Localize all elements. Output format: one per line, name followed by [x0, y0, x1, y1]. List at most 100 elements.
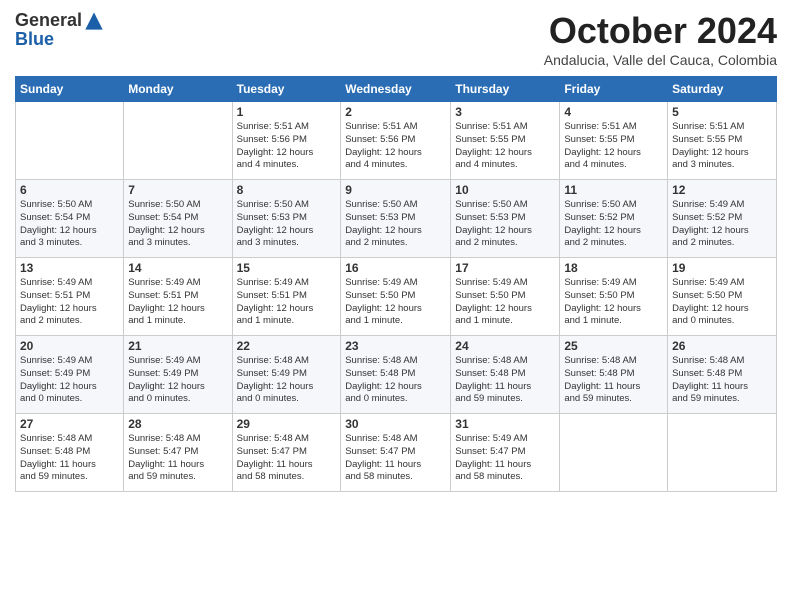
- day-cell: [668, 414, 777, 492]
- day-info: Sunrise: 5:49 AM Sunset: 5:50 PM Dayligh…: [345, 277, 446, 328]
- day-cell: 2 Sunrise: 5:51 AM Sunset: 5:56 PM Daylig…: [341, 102, 451, 180]
- day-number: 20: [20, 339, 119, 353]
- day-number: 19: [672, 261, 772, 275]
- logo-blue: Blue: [15, 29, 54, 49]
- day-cell: [16, 102, 124, 180]
- day-cell: 28Sunrise: 5:48 AM Sunset: 5:47 PM Dayli…: [124, 414, 232, 492]
- day-cell: 3Sunrise: 5:51 AM Sunset: 5:55 PM Daylig…: [451, 102, 560, 180]
- day-cell: 16 Sunrise: 5:49 AM Sunset: 5:50 PM Dayli…: [341, 258, 451, 336]
- day-info: Sunrise: 5:49 AM Sunset: 5:51 PM Dayligh…: [237, 277, 337, 328]
- day-cell: 17 Sunrise: 5:49 AM Sunset: 5:50 PM Dayli…: [451, 258, 560, 336]
- day-info: Sunrise: 5:50 AM Sunset: 5:53 PM Dayligh…: [345, 199, 446, 250]
- day-cell: 26 Sunrise: 5:48 AM Sunset: 5:48 PM Dayli…: [668, 336, 777, 414]
- day-number: 10: [455, 183, 555, 197]
- day-cell: 11Sunrise: 5:50 AM Sunset: 5:52 PM Dayli…: [560, 180, 668, 258]
- day-number: 16: [345, 261, 446, 275]
- day-number: 3: [455, 105, 555, 119]
- day-info: Sunrise: 5:51 AM Sunset: 5:56 PM Dayligh…: [237, 121, 337, 172]
- day-info: Sunrise: 5:51 AM Sunset: 5:55 PM Dayligh…: [564, 121, 663, 172]
- header-cell-monday: Monday: [124, 77, 232, 102]
- title-area: October 2024 Andalucia, Valle del Cauca,…: [544, 10, 777, 68]
- day-info: Sunrise: 5:50 AM Sunset: 5:53 PM Dayligh…: [455, 199, 555, 250]
- day-info: Sunrise: 5:49 AM Sunset: 5:47 PM Dayligh…: [455, 433, 555, 484]
- day-cell: 8Sunrise: 5:50 AM Sunset: 5:53 PM Daylig…: [232, 180, 341, 258]
- day-info: Sunrise: 5:50 AM Sunset: 5:52 PM Dayligh…: [564, 199, 663, 250]
- calendar-table: SundayMondayTuesdayWednesdayThursdayFrid…: [15, 76, 777, 492]
- day-cell: 24 Sunrise: 5:48 AM Sunset: 5:48 PM Dayli…: [451, 336, 560, 414]
- week-row-4: 27 Sunrise: 5:48 AM Sunset: 5:48 PM Dayli…: [16, 414, 777, 492]
- day-cell: [560, 414, 668, 492]
- header-cell-thursday: Thursday: [451, 77, 560, 102]
- day-info: Sunrise: 5:48 AM Sunset: 5:47 PM Dayligh…: [237, 433, 337, 484]
- day-number: 23: [345, 339, 446, 353]
- day-info: Sunrise: 5:50 AM Sunset: 5:54 PM Dayligh…: [20, 199, 119, 250]
- header-cell-tuesday: Tuesday: [232, 77, 341, 102]
- day-cell: 15 Sunrise: 5:49 AM Sunset: 5:51 PM Dayli…: [232, 258, 341, 336]
- day-cell: 25 Sunrise: 5:48 AM Sunset: 5:48 PM Dayli…: [560, 336, 668, 414]
- day-number: 1: [237, 105, 337, 119]
- day-info: Sunrise: 5:49 AM Sunset: 5:52 PM Dayligh…: [672, 199, 772, 250]
- logo-text: General: [15, 10, 104, 31]
- day-number: 4: [564, 105, 663, 119]
- header: General Blue October 2024 Andalucia, Val…: [15, 10, 777, 68]
- day-info: Sunrise: 5:51 AM Sunset: 5:56 PM Dayligh…: [345, 121, 446, 172]
- day-info: Sunrise: 5:49 AM Sunset: 5:50 PM Dayligh…: [455, 277, 555, 328]
- day-cell: 1 Sunrise: 5:51 AM Sunset: 5:56 PM Daylig…: [232, 102, 341, 180]
- day-number: 17: [455, 261, 555, 275]
- day-cell: 23 Sunrise: 5:48 AM Sunset: 5:48 PM Dayli…: [341, 336, 451, 414]
- day-number: 6: [20, 183, 119, 197]
- day-info: Sunrise: 5:48 AM Sunset: 5:48 PM Dayligh…: [455, 355, 555, 406]
- day-cell: 4 Sunrise: 5:51 AM Sunset: 5:55 PM Daylig…: [560, 102, 668, 180]
- day-info: Sunrise: 5:48 AM Sunset: 5:48 PM Dayligh…: [672, 355, 772, 406]
- day-cell: 10 Sunrise: 5:50 AM Sunset: 5:53 PM Dayli…: [451, 180, 560, 258]
- day-cell: 9 Sunrise: 5:50 AM Sunset: 5:53 PM Daylig…: [341, 180, 451, 258]
- day-cell: 5 Sunrise: 5:51 AM Sunset: 5:55 PM Daylig…: [668, 102, 777, 180]
- day-number: 26: [672, 339, 772, 353]
- logo-icon: [84, 11, 104, 31]
- header-cell-wednesday: Wednesday: [341, 77, 451, 102]
- day-number: 24: [455, 339, 555, 353]
- day-info: Sunrise: 5:50 AM Sunset: 5:53 PM Dayligh…: [237, 199, 337, 250]
- day-cell: 29Sunrise: 5:48 AM Sunset: 5:47 PM Dayli…: [232, 414, 341, 492]
- day-number: 25: [564, 339, 663, 353]
- day-info: Sunrise: 5:49 AM Sunset: 5:50 PM Dayligh…: [564, 277, 663, 328]
- day-info: Sunrise: 5:51 AM Sunset: 5:55 PM Dayligh…: [672, 121, 772, 172]
- day-cell: 7 Sunrise: 5:50 AM Sunset: 5:54 PM Daylig…: [124, 180, 232, 258]
- logo: General Blue: [15, 10, 104, 50]
- day-cell: [124, 102, 232, 180]
- day-number: 18: [564, 261, 663, 275]
- week-row-3: 20 Sunrise: 5:49 AM Sunset: 5:49 PM Dayli…: [16, 336, 777, 414]
- day-number: 9: [345, 183, 446, 197]
- day-info: Sunrise: 5:48 AM Sunset: 5:49 PM Dayligh…: [237, 355, 337, 406]
- day-number: 28: [128, 417, 227, 431]
- week-row-0: 1 Sunrise: 5:51 AM Sunset: 5:56 PM Daylig…: [16, 102, 777, 180]
- day-info: Sunrise: 5:48 AM Sunset: 5:48 PM Dayligh…: [20, 433, 119, 484]
- week-row-1: 6 Sunrise: 5:50 AM Sunset: 5:54 PM Daylig…: [16, 180, 777, 258]
- day-number: 13: [20, 261, 119, 275]
- day-cell: 30Sunrise: 5:48 AM Sunset: 5:47 PM Dayli…: [341, 414, 451, 492]
- page-container: General Blue October 2024 Andalucia, Val…: [0, 0, 792, 502]
- day-info: Sunrise: 5:48 AM Sunset: 5:48 PM Dayligh…: [345, 355, 446, 406]
- day-number: 21: [128, 339, 227, 353]
- day-cell: 22 Sunrise: 5:48 AM Sunset: 5:49 PM Dayli…: [232, 336, 341, 414]
- day-cell: 19 Sunrise: 5:49 AM Sunset: 5:50 PM Dayli…: [668, 258, 777, 336]
- day-number: 5: [672, 105, 772, 119]
- header-cell-saturday: Saturday: [668, 77, 777, 102]
- day-info: Sunrise: 5:48 AM Sunset: 5:48 PM Dayligh…: [564, 355, 663, 406]
- day-info: Sunrise: 5:50 AM Sunset: 5:54 PM Dayligh…: [128, 199, 227, 250]
- day-cell: 14Sunrise: 5:49 AM Sunset: 5:51 PM Dayli…: [124, 258, 232, 336]
- day-info: Sunrise: 5:49 AM Sunset: 5:50 PM Dayligh…: [672, 277, 772, 328]
- day-info: Sunrise: 5:48 AM Sunset: 5:47 PM Dayligh…: [345, 433, 446, 484]
- day-number: 7: [128, 183, 227, 197]
- logo-general: General: [15, 10, 82, 31]
- day-cell: 13 Sunrise: 5:49 AM Sunset: 5:51 PM Dayli…: [16, 258, 124, 336]
- day-info: Sunrise: 5:49 AM Sunset: 5:49 PM Dayligh…: [128, 355, 227, 406]
- day-cell: 20Sunrise: 5:49 AM Sunset: 5:49 PM Dayli…: [16, 336, 124, 414]
- day-cell: 21 Sunrise: 5:49 AM Sunset: 5:49 PM Dayli…: [124, 336, 232, 414]
- day-number: 14: [128, 261, 227, 275]
- day-number: 27: [20, 417, 119, 431]
- day-info: Sunrise: 5:49 AM Sunset: 5:51 PM Dayligh…: [20, 277, 119, 328]
- day-number: 2: [345, 105, 446, 119]
- day-number: 22: [237, 339, 337, 353]
- day-number: 15: [237, 261, 337, 275]
